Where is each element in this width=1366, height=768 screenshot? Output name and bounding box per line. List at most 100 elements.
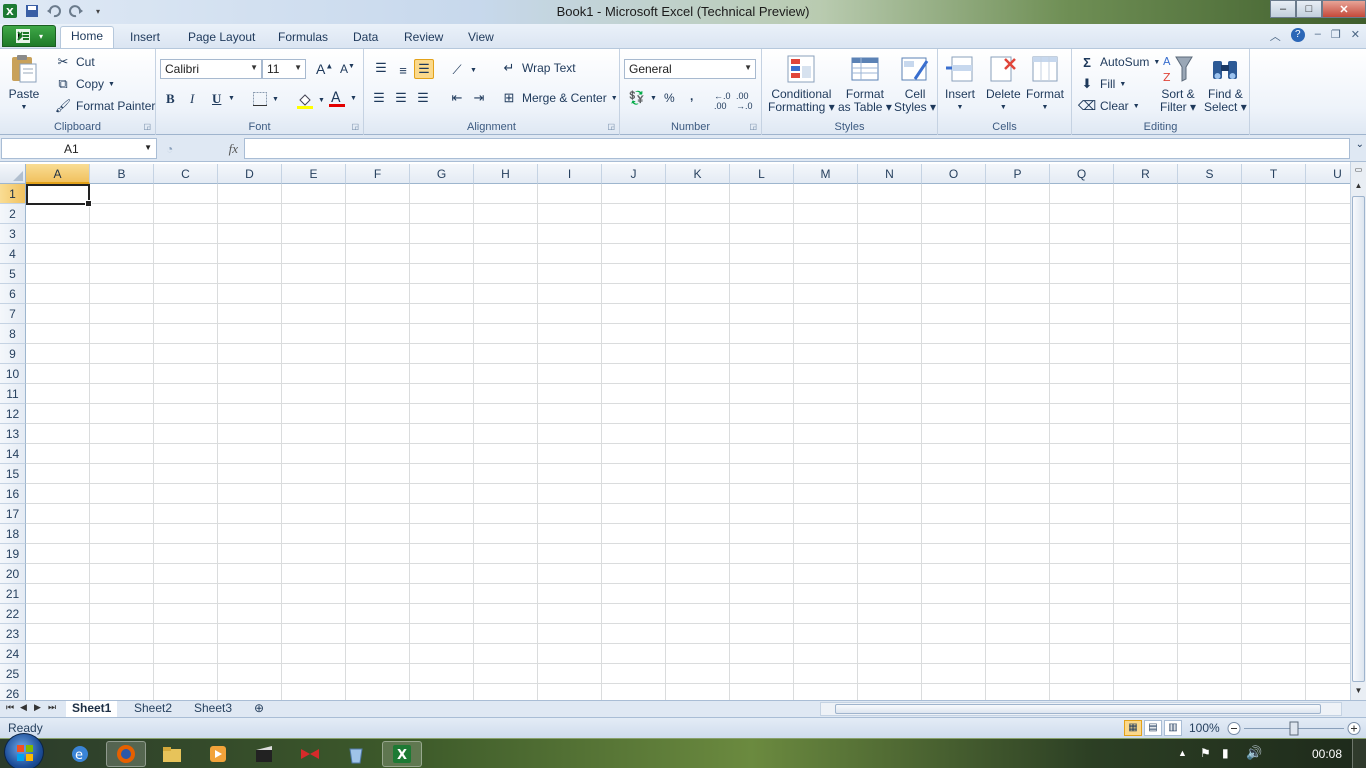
column-header-o[interactable]: O [922, 164, 986, 184]
column-header-n[interactable]: N [858, 164, 922, 184]
tab-formulas[interactable]: Formulas [268, 28, 338, 48]
expand-formula-bar-icon[interactable]: ⌄ [1356, 139, 1364, 150]
tab-review[interactable]: Review [394, 28, 453, 48]
sort-filter-button[interactable]: AZ Sort & Filter ▾ [1160, 53, 1196, 114]
column-header-b[interactable]: B [90, 164, 154, 184]
row-header-6[interactable]: 6 [0, 284, 26, 304]
column-header-u[interactable]: U [1306, 164, 1350, 184]
wrap-text-button[interactable]: ↵ Wrap Text [500, 59, 576, 77]
prev-sheet-icon[interactable]: ◀ [20, 702, 27, 713]
taskbar-bowtie-app[interactable] [290, 741, 330, 767]
column-header-t[interactable]: T [1242, 164, 1306, 184]
cells-area[interactable] [26, 184, 1350, 700]
minimize-button[interactable]: – [1270, 0, 1296, 18]
clear-button[interactable]: ⌫ Clear ▼ [1078, 97, 1140, 115]
number-launcher-icon[interactable]: ◲ [749, 122, 757, 131]
orientation-button[interactable]: ⟋ ▼ [448, 61, 477, 79]
row-header-9[interactable]: 9 [0, 344, 26, 364]
tab-page-layout[interactable]: Page Layout [178, 28, 265, 48]
scroll-down-icon[interactable]: ▼ [1351, 683, 1366, 698]
row-header-13[interactable]: 13 [0, 424, 26, 444]
column-header-h[interactable]: H [474, 164, 538, 184]
align-right-button[interactable]: ☰ [414, 89, 432, 107]
show-hidden-icons-icon[interactable]: ▲ [1178, 748, 1187, 758]
row-header-18[interactable]: 18 [0, 524, 26, 544]
column-header-i[interactable]: I [538, 164, 602, 184]
vertical-scrollbar[interactable]: ▭ ▲ ▼ [1350, 162, 1366, 700]
insert-function-button[interactable]: fx [229, 141, 238, 157]
row-header-3[interactable]: 3 [0, 224, 26, 244]
middle-align-button[interactable]: ≡ [394, 61, 412, 79]
column-header-d[interactable]: D [218, 164, 282, 184]
format-painter-button[interactable]: 🖌 Format Painter [54, 97, 156, 115]
row-header-21[interactable]: 21 [0, 584, 26, 604]
shrink-font-button[interactable]: A▼ [340, 62, 355, 76]
row-header-12[interactable]: 12 [0, 404, 26, 424]
italic-button[interactable]: I [190, 91, 194, 107]
decrease-indent-button[interactable]: ⇤ [448, 89, 466, 107]
column-header-e[interactable]: E [282, 164, 346, 184]
next-sheet-icon[interactable]: ▶ [34, 702, 41, 713]
formula-input[interactable] [244, 138, 1350, 159]
workbook-minimize-icon[interactable]: – [1315, 28, 1321, 44]
column-header-c[interactable]: C [154, 164, 218, 184]
row-header-5[interactable]: 5 [0, 264, 26, 284]
align-left-button[interactable]: ☰ [370, 89, 388, 107]
row-header-25[interactable]: 25 [0, 664, 26, 684]
insert-cells-button[interactable]: Insert ▼ [944, 53, 976, 114]
bold-button[interactable]: B [166, 91, 175, 107]
workbook-restore-icon[interactable]: ❐ [1331, 28, 1341, 44]
row-header-10[interactable]: 10 [0, 364, 26, 384]
first-sheet-icon[interactable]: ⏮ [6, 702, 14, 713]
row-header-16[interactable]: 16 [0, 484, 26, 504]
file-menu-button[interactable]: ▾ [2, 25, 56, 47]
normal-view-button[interactable]: ▦ [1124, 720, 1142, 736]
chevron-down-icon[interactable]: ▼ [144, 143, 152, 152]
paste-button[interactable]: Paste ▼ [8, 53, 40, 114]
underline-options-icon[interactable]: ▼ [228, 95, 235, 102]
last-sheet-icon[interactable]: ⏭ [48, 702, 56, 713]
row-header-2[interactable]: 2 [0, 204, 26, 224]
taskbar-excel[interactable]: X [382, 741, 422, 767]
font-size-combo[interactable]: 11 ▼ [262, 59, 306, 79]
sheet-tab-sheet2[interactable]: Sheet2 [128, 701, 178, 717]
format-cells-button[interactable]: Format ▼ [1026, 53, 1064, 114]
merge-center-button[interactable]: ⊞ Merge & Center ▼ [500, 89, 618, 107]
tab-home[interactable]: Home [60, 26, 115, 48]
comma-style-button[interactable]: , [690, 89, 693, 103]
taskbar-video-editor[interactable] [244, 741, 284, 767]
font-color-button[interactable]: A ▼ [328, 89, 357, 107]
row-header-7[interactable]: 7 [0, 304, 26, 324]
increase-decimal-button[interactable]: ←.0.00 [714, 91, 731, 111]
taskbar-firefox[interactable] [106, 741, 146, 767]
cell-styles-button[interactable]: Cell Styles ▾ [894, 53, 936, 114]
grow-font-button[interactable]: A▲ [316, 61, 333, 77]
start-button[interactable] [4, 733, 44, 768]
workbook-close-icon[interactable]: ✕ [1351, 28, 1360, 44]
bottom-align-button[interactable]: ☰ [414, 59, 434, 79]
taskbar-explorer[interactable] [152, 741, 192, 767]
volume-icon[interactable]: 🔊 [1246, 745, 1262, 761]
decrease-decimal-button[interactable]: .00 →.0 [736, 91, 753, 111]
top-align-button[interactable]: ☰ [372, 59, 390, 77]
tab-view[interactable]: View [458, 28, 504, 48]
active-cell-a1[interactable] [26, 184, 92, 207]
horizontal-scroll-thumb[interactable] [835, 704, 1321, 714]
fill-color-button[interactable]: ▼ [296, 91, 325, 109]
alignment-launcher-icon[interactable]: ◲ [607, 122, 615, 131]
row-header-1[interactable]: 1 [0, 184, 26, 204]
vertical-scroll-thumb[interactable] [1352, 196, 1365, 682]
increase-indent-button[interactable]: ⇥ [470, 89, 488, 107]
row-header-19[interactable]: 19 [0, 544, 26, 564]
format-as-table-button[interactable]: Format as Table ▾ [838, 53, 892, 114]
row-header-24[interactable]: 24 [0, 644, 26, 664]
taskbar-ie[interactable]: e [60, 741, 100, 767]
number-format-combo[interactable]: General ▼ [624, 59, 756, 79]
borders-button[interactable]: ▼ [252, 91, 279, 107]
font-name-combo[interactable]: Calibri ▼ [160, 59, 262, 79]
tab-insert[interactable]: Insert [120, 28, 170, 48]
find-select-button[interactable]: Find & Select ▾ [1204, 53, 1247, 114]
select-all-button[interactable] [0, 164, 26, 184]
minimize-ribbon-icon[interactable]: ︿ [1270, 28, 1281, 44]
maximize-button[interactable]: □ [1296, 0, 1322, 18]
